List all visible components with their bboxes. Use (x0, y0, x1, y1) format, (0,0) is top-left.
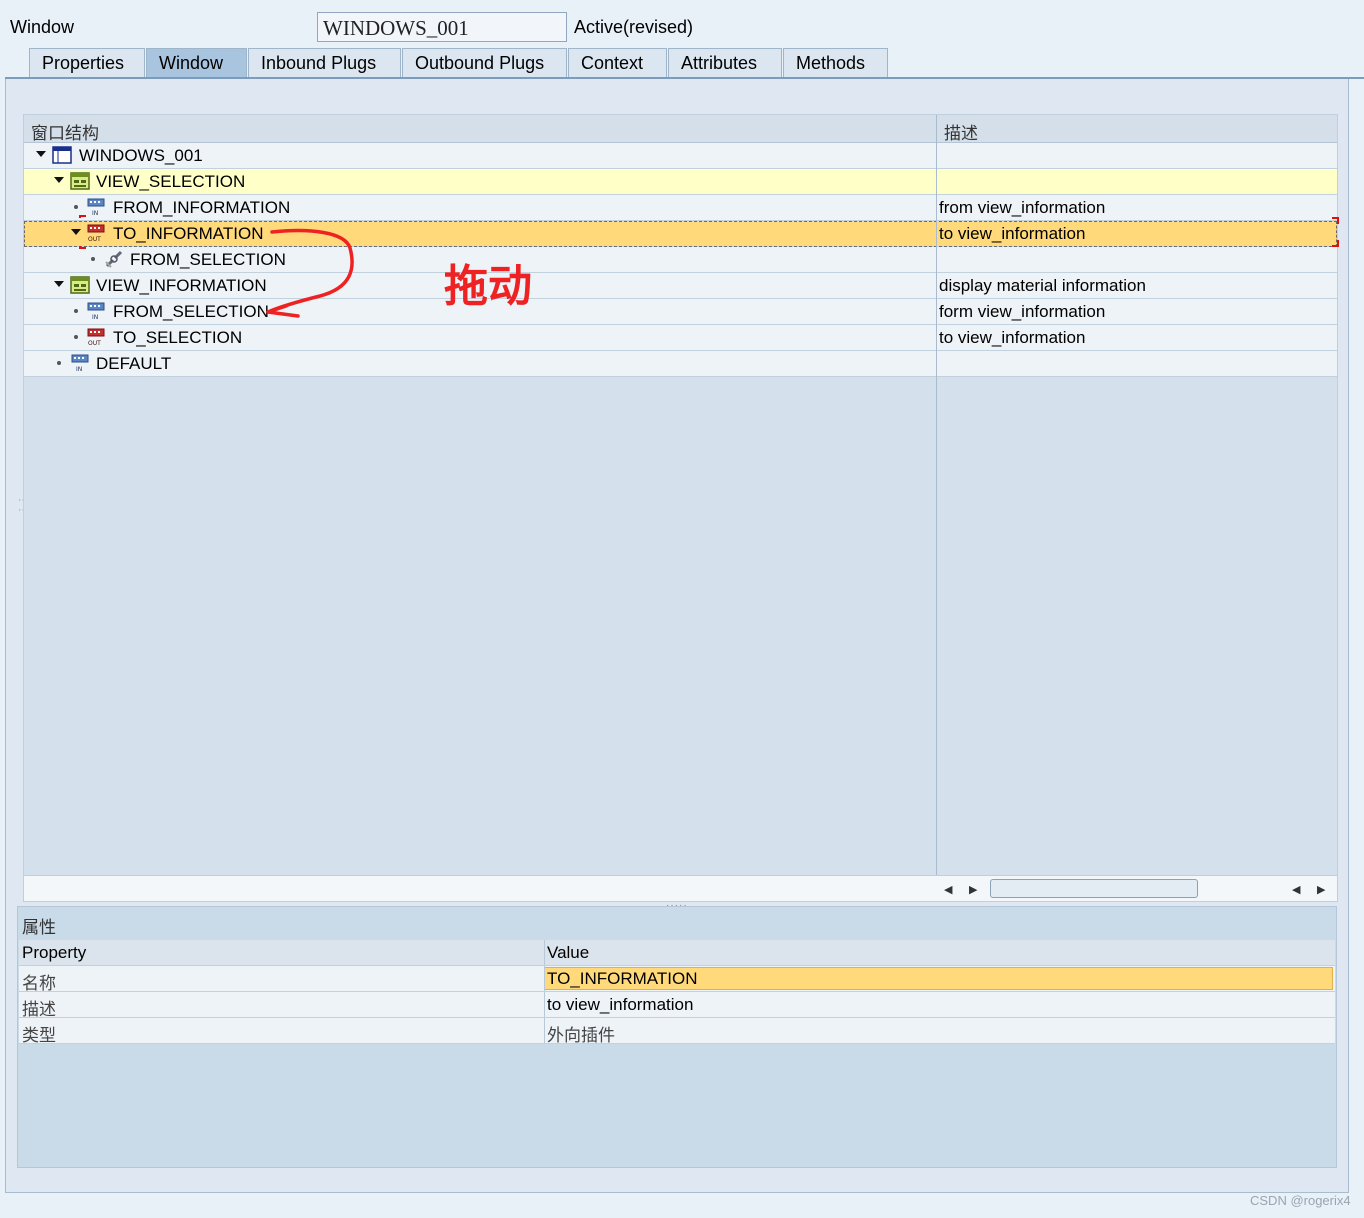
property-row-name[interactable]: 名称 TO_INFORMATION (19, 966, 1335, 994)
column-separator (544, 966, 545, 991)
properties-header-row: Property Value (19, 940, 1335, 966)
property-key: 名称 (22, 974, 56, 994)
property-value-field: 外向插件 (547, 1026, 615, 1046)
property-key: 类型 (22, 1026, 56, 1046)
property-row-description[interactable]: 描述 to view_information (19, 992, 1335, 1020)
column-separator (544, 1018, 545, 1043)
property-value-field[interactable]: to view_information (547, 995, 693, 1015)
column-header-property[interactable]: Property (22, 943, 86, 963)
drag-annotation-label: 拖动 (444, 261, 532, 312)
column-separator (544, 940, 545, 965)
property-value-field[interactable]: TO_INFORMATION (547, 969, 698, 989)
properties-panel: 属性 Property Value 名称 TO_INFORMATION 描述 t… (17, 906, 1337, 1168)
column-header-value[interactable]: Value (547, 943, 589, 963)
column-separator (544, 992, 545, 1017)
properties-title: 属性 (22, 918, 56, 938)
property-key: 描述 (22, 1000, 56, 1020)
watermark: CSDN @rogerix4 (1250, 1193, 1351, 1208)
property-row-type[interactable]: 类型 外向插件 (19, 1018, 1335, 1046)
